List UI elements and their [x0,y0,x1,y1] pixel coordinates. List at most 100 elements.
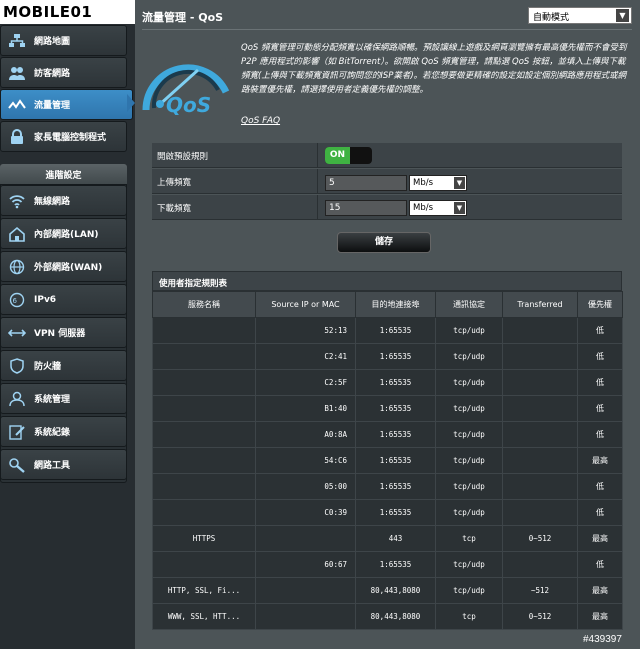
page-title: 流量管理 - QoS [142,11,224,24]
enable-qos-row: 開啟預設規則 [152,143,622,168]
sidebar-item-label: VPN 伺服器 [34,329,86,339]
sidebar-item-system-log[interactable]: 系統紀錄 [0,416,127,447]
sidebar-item-firewall[interactable]: 防火牆 [0,350,127,381]
cell-protocol: tcp/udp [435,369,503,396]
upload-bandwidth-input[interactable]: 5 [325,175,407,191]
upload-unit-value: Mb/s [413,178,434,188]
sidebar-item-network-tools[interactable]: 網路工具 [0,449,127,480]
logo-text: MOBILE01 [3,3,93,21]
qos-faq-link[interactable]: QoS FAQ [241,116,280,126]
cell-transferred: 0~512 [502,603,578,630]
chevron-down-icon: ▼ [454,202,465,214]
advanced-settings-header: 進階設定 [0,164,127,184]
cell-dest-port: 1:65535 [355,343,436,370]
cell-service [152,395,256,422]
cell-service [152,499,256,526]
cell-service [152,317,256,344]
cell-dest-port: 443 [355,525,436,552]
cell-priority: 最高 [577,447,623,474]
table-row[interactable]: B1:40 1:65535 tcp/udp 低 [152,395,623,422]
cell-dest-port: 1:65535 [355,395,436,422]
sidebar-item-label: 流量管理 [34,101,71,111]
chevron-down-icon: ▼ [454,177,465,189]
table-row[interactable]: 60:67 1:65535 tcp/udp 低 [152,551,623,578]
sidebar-item-label: 家長電腦控制程式 [34,133,107,143]
row-divider [317,143,318,168]
download-bandwidth-input[interactable]: 15 [325,200,407,216]
cell-dest-port: 1:65535 [355,551,436,578]
guest-network-icon [6,63,28,83]
sidebar-item-label: 無線網路 [34,197,71,207]
sidebar-item-label: 系統紀錄 [34,428,71,438]
cell-priority: 最高 [577,525,623,552]
rules-table: 服務名稱 Source IP or MAC 目的地連接埠 通訊協定 Transf… [152,291,623,630]
sidebar-item-administration[interactable]: 系統管理 [0,383,127,414]
upload-bandwidth-label: 上傳頻寬 [157,178,192,188]
table-row[interactable]: 54:C6 1:65535 tcp/udp 最高 [152,447,623,474]
traffic-manager-icon [6,95,28,115]
sidebar-item-parental-control[interactable]: 家長電腦控制程式 [0,121,127,152]
cell-source: 60:67 [255,551,356,578]
ipv6-icon: 6 [6,290,28,310]
cell-priority: 低 [577,317,623,344]
qos-description: QoS 頻寬管理可動態分配頻寬以確保網路順暢。預設讓線上遊戲及網頁瀏覽擁有最高優… [241,43,627,95]
upload-unit-select[interactable]: Mb/s ▼ [409,175,467,191]
sidebar-item-vpn[interactable]: VPN 伺服器 [0,317,127,348]
download-unit-value: Mb/s [413,203,434,213]
table-row[interactable]: WWW, SSL, HTT... 80,443,8080 tcp 0~512 最高 [152,603,623,630]
table-row[interactable]: C0:39 1:65535 tcp/udp 低 [152,499,623,526]
sidebar-item-wan[interactable]: 外部網路(WAN) [0,251,127,282]
sidebar-item-guest-network[interactable]: 訪客網路 [0,57,127,88]
cell-service: HTTPS [152,525,256,552]
sidebar-item-ipv6[interactable]: 6 IPv6 [0,284,127,315]
table-row[interactable]: 05:00 1:65535 tcp/udp 低 [152,473,623,500]
cell-priority: 低 [577,499,623,526]
qos-mode-select[interactable]: 自動模式 ▼ [528,7,632,24]
cell-transferred [502,343,578,370]
table-row[interactable]: HTTP, SSL, Fi... 80,443,8080 tcp/udp ~512 最高 [152,577,623,604]
sidebar-item-label: 外部網路(WAN) [34,263,103,273]
cell-protocol: tcp [435,603,503,630]
table-row[interactable]: A0:8A 1:65535 tcp/udp 低 [152,421,623,448]
qos-gauge-logo: QoS [142,64,230,117]
enable-qos-label: 開啟預設規則 [157,152,209,162]
apply-button[interactable]: 儲存 [337,232,431,253]
wireless-icon [6,191,28,211]
rules-header-row: 服務名稱 Source IP or MAC 目的地連接埠 通訊協定 Transf… [152,291,623,318]
cell-source: C0:39 [255,499,356,526]
system-log-icon [6,422,28,442]
col-transferred: Transferred [502,291,578,318]
download-unit-select[interactable]: Mb/s ▼ [409,200,467,216]
sidebar-item-network-map[interactable]: 網路地圖 [0,25,127,56]
sidebar-item-wireless[interactable]: 無線網路 [0,185,127,216]
cell-service [152,473,256,500]
cell-source [255,525,356,552]
table-row[interactable]: C2:5F 1:65535 tcp/udp 低 [152,369,623,396]
col-protocol: 通訊協定 [435,291,503,318]
cell-source: 05:00 [255,473,356,500]
sidebar-item-lan[interactable]: 內部網路(LAN) [0,218,127,249]
cell-source [255,603,356,630]
vpn-icon [6,323,28,343]
cell-service [152,343,256,370]
cell-dest-port: 1:65535 [355,499,436,526]
toggle-on-label: ON [325,147,350,164]
active-item-pointer [127,94,135,112]
cell-service: HTTP, SSL, Fi... [152,577,256,604]
cell-dest-port: 80,443,8080 [355,577,436,604]
cell-protocol: tcp/udp [435,577,503,604]
cell-transferred: ~512 [502,577,578,604]
rules-table-title: 使用者指定規則表 [152,271,622,291]
svg-text:6: 6 [13,297,18,305]
table-row[interactable]: HTTPS 443 tcp 0~512 最高 [152,525,623,552]
table-row[interactable]: C2:41 1:65535 tcp/udp 低 [152,343,623,370]
chevron-down-icon: ▼ [616,9,629,22]
table-row[interactable]: 52:13 1:65535 tcp/udp 低 [152,317,623,344]
qos-toggle[interactable]: ON [325,147,372,164]
row-divider [317,169,318,194]
sidebar-item-label: 訪客網路 [34,69,71,79]
cell-priority: 低 [577,343,623,370]
sidebar-item-traffic-manager[interactable]: 流量管理 [0,89,133,120]
cell-source: 54:C6 [255,447,356,474]
cell-service [152,551,256,578]
